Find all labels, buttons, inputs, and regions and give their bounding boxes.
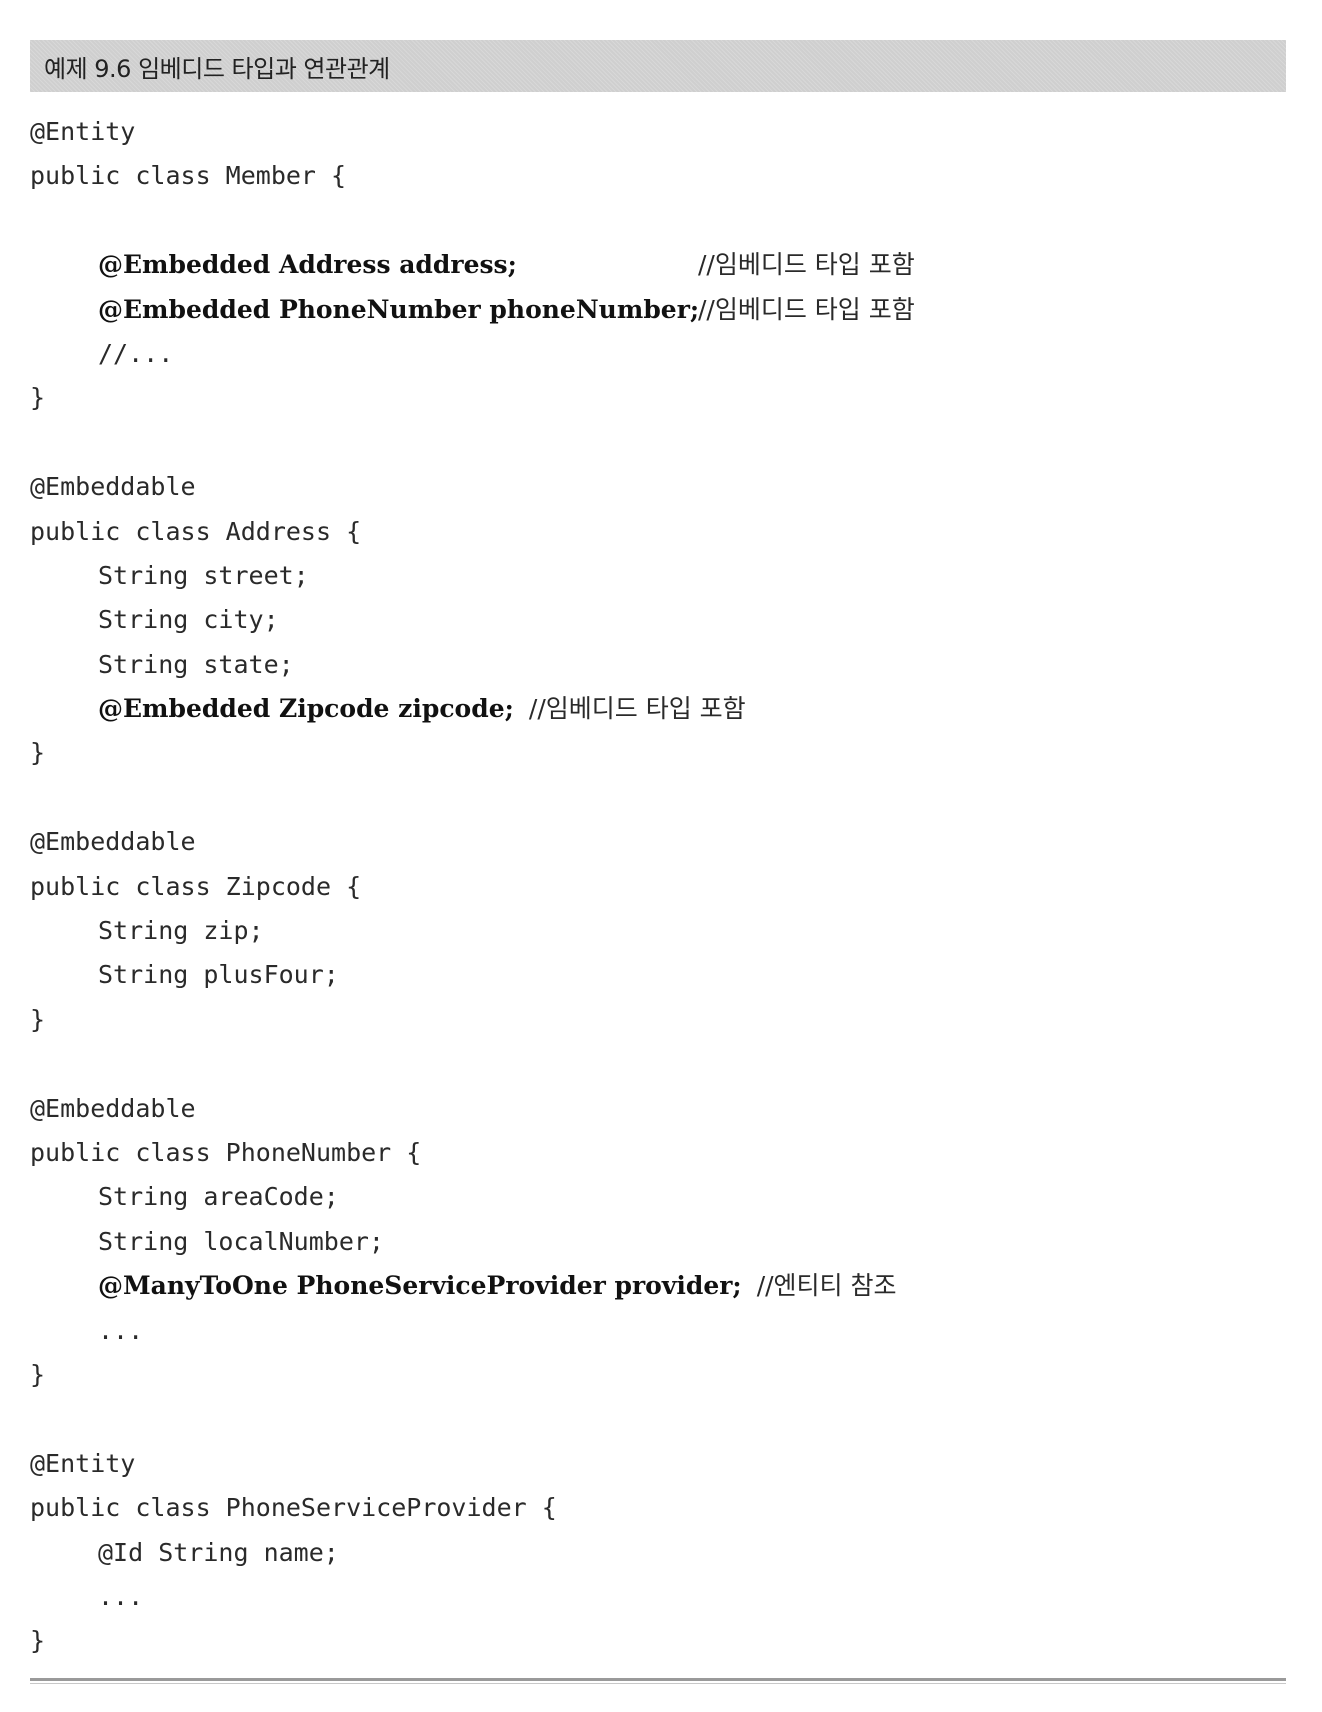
code-line: String state; — [30, 643, 1280, 687]
bottom-divider-thin — [30, 1683, 1286, 1684]
code-line: @Embeddable — [30, 820, 1280, 864]
closing-brace: } — [30, 383, 46, 413]
code-line: ... — [30, 1309, 1280, 1353]
annotation: @Embeddable — [30, 1093, 196, 1123]
annotation: @Embeddable — [30, 472, 196, 502]
code-listing: @Entity public class Member { @Embedded … — [30, 110, 1280, 1664]
class-declaration: public class Zipcode { — [30, 871, 362, 901]
code-line: public class PhoneServiceProvider { — [30, 1486, 1280, 1530]
code-line: public class Address { — [30, 510, 1280, 554]
code-line: String street; — [30, 554, 1280, 598]
annotation: @Entity — [30, 117, 136, 146]
code-line: @ManyToOne PhoneServiceProvider provider… — [30, 1264, 1280, 1308]
field-declaration: @Embedded Zipcode zipcode; — [98, 694, 514, 724]
code-line: @Id String name; — [30, 1531, 1280, 1575]
field-declaration: String zip; — [98, 916, 264, 946]
example-caption: 예제 9.6 임베디드 타입과 연관관계 — [44, 54, 390, 83]
class-declaration: public class Member { — [30, 161, 347, 191]
code-line: public class Zipcode { — [30, 865, 1280, 909]
annotation: @Embeddable — [30, 827, 196, 857]
field-declaration: @Embedded Address address; — [98, 250, 517, 280]
code-line: @Embedded Zipcode zipcode; //임베디드 타입 포함 — [30, 687, 1280, 731]
code-line: @Entity — [30, 1442, 1280, 1486]
code-line: @Embedded Address address; //임베디드 타입 포함 — [30, 243, 1280, 287]
class-declaration: public class PhoneServiceProvider { — [30, 1493, 557, 1523]
closing-brace: } — [30, 738, 46, 768]
field-declaration: @Embedded PhoneNumber phoneNumber; — [98, 294, 700, 324]
code-line: String areaCode; — [30, 1175, 1280, 1219]
field-declaration: String street; — [98, 560, 309, 590]
code-line: String zip; — [30, 909, 1280, 953]
field-declaration: String areaCode; — [98, 1182, 339, 1212]
code-line: String plusFour; — [30, 953, 1280, 997]
closing-brace: } — [30, 1004, 46, 1034]
field-declaration: String city; — [98, 605, 279, 635]
class-declaration: public class Address { — [30, 516, 362, 546]
field-declaration: String state; — [98, 649, 294, 679]
code-comment: //... — [98, 338, 174, 368]
code-line: //... — [30, 332, 1280, 376]
code-line: } — [30, 1353, 1280, 1397]
closing-brace: } — [30, 1626, 46, 1656]
code-comment: //임베디드 타입 포함 — [528, 694, 746, 724]
class-declaration: public class PhoneNumber { — [30, 1137, 422, 1167]
example-caption-bar: 예제 9.6 임베디드 타입과 연관관계 — [30, 40, 1286, 92]
code-line: } — [30, 731, 1280, 775]
closing-brace: } — [30, 1359, 46, 1389]
code-line: @Embeddable — [30, 465, 1280, 509]
ellipsis: ... — [98, 1581, 144, 1611]
code-comment: //임베디드 타입 포함 — [698, 250, 915, 280]
code-line: } — [30, 376, 1280, 420]
code-line: @Entity — [30, 110, 1280, 154]
field-declaration: String plusFour; — [98, 960, 339, 990]
code-comment: //엔티티 참조 — [756, 1271, 897, 1301]
field-declaration: String localNumber; — [98, 1226, 384, 1256]
code-line: public class Member { — [30, 154, 1280, 198]
code-line: @Embedded PhoneNumber phoneNumber;//임베디드… — [30, 288, 1280, 332]
code-line: public class PhoneNumber { — [30, 1131, 1280, 1175]
code-line: ... — [30, 1575, 1280, 1619]
code-line: @Embeddable — [30, 1087, 1280, 1131]
code-line: String city; — [30, 598, 1280, 642]
field-declaration: @Id String name; — [98, 1537, 339, 1567]
code-line: } — [30, 1619, 1280, 1663]
annotation: @Entity — [30, 1448, 136, 1478]
field-declaration: @ManyToOne PhoneServiceProvider provider… — [98, 1271, 742, 1301]
ellipsis: ... — [98, 1315, 144, 1345]
code-line: String localNumber; — [30, 1220, 1280, 1264]
code-comment: //임베디드 타입 포함 — [698, 294, 915, 324]
bottom-divider — [30, 1678, 1286, 1681]
code-line: } — [30, 998, 1280, 1042]
